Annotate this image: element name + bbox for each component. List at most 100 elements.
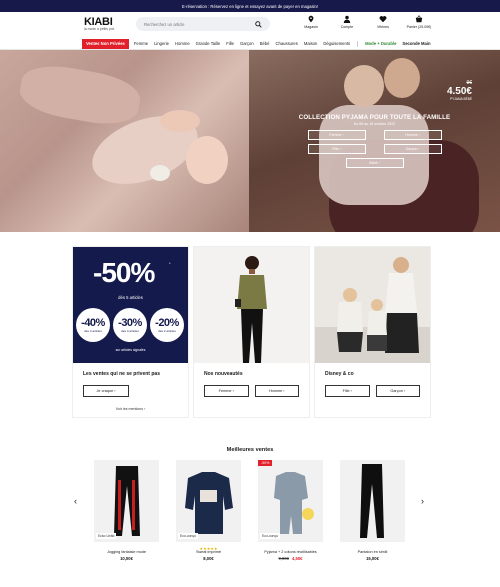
hero-garcon-button[interactable]: Garçon › — [383, 144, 442, 154]
product-image[interactable]: Ecko Unltd — [94, 460, 159, 542]
store-label: Magasin — [304, 25, 318, 29]
search-input[interactable] — [144, 21, 255, 27]
hero-price-label: PYJAMA BÉBÉ — [450, 97, 472, 101]
product-name[interactable]: Pantalon en simili — [340, 550, 405, 554]
wishlist-button[interactable]: Vitrines — [365, 15, 401, 29]
logo-tagline: la mode à petits prix — [84, 27, 115, 31]
nav-item-grande-taille[interactable]: Grande Taille — [193, 41, 224, 46]
hero-dates: Du 06 au 16 octobre 2022 — [353, 122, 396, 126]
product-image[interactable] — [340, 460, 405, 542]
product-image[interactable]: Eco-conçu — [176, 460, 241, 542]
discount-circle: -20% dès 2 articles — [150, 308, 184, 342]
card-title: Les ventes qui ne se privent pas — [83, 371, 160, 377]
sales-sub: dès 5 articles — [118, 295, 143, 300]
disney-fille-button[interactable]: Fille › — [325, 385, 370, 397]
product-badge: Eco-conçu — [260, 533, 281, 539]
sales-bottom-note: sur articles signalés — [115, 348, 146, 352]
cart-label: Panier (25.00€) — [406, 25, 432, 29]
sales-card-visual[interactable]: -50% * dès 5 articles -40% dès 4 articles… — [73, 247, 188, 363]
account-label: Compte — [340, 25, 354, 29]
new-arrivals-image[interactable] — [194, 247, 309, 363]
nav-item-sale[interactable]: Ventes Non Privées — [82, 38, 129, 49]
topbar-text: E-réservation : Réservez en ligne et ess… — [182, 3, 318, 9]
product-card[interactable]: Pantalon en simili 15,00€ — [340, 460, 405, 561]
disney-image[interactable] — [315, 247, 430, 363]
sales-asterisk: * — [169, 261, 171, 266]
new-price: 4,50€ — [292, 556, 303, 561]
card-title: Nos nouveautés — [204, 371, 243, 377]
mentions-link[interactable]: Voir les mentions › — [73, 407, 188, 411]
wishlist-label: Vitrines — [377, 25, 389, 29]
hero-price: 9€ 4.50€ PYJAMA BÉBÉ — [447, 80, 472, 101]
product-card[interactable]: -50% Eco-conçu Pyjama + 2 cotons réutili… — [258, 460, 323, 561]
hero-bebe-button[interactable]: Bébé › — [345, 158, 404, 168]
hero-homme-button[interactable]: Homme › — [383, 130, 442, 140]
best-sellers-title: Meilleures ventes — [226, 447, 274, 453]
account-button[interactable]: Compte — [329, 15, 365, 29]
best-sellers-carousel: Ecko Unltd Jogging fantaisie mode 10,00€… — [94, 460, 405, 561]
product-price: 10,00€ — [120, 556, 133, 561]
product-price: 9,00€ 4,50€ — [258, 556, 323, 561]
heart-icon — [379, 16, 387, 23]
product-price: 8,00€ — [203, 556, 214, 561]
user-icon — [343, 15, 351, 23]
promo-cards: -50% * dès 5 articles -40% dès 4 articles… — [72, 246, 431, 418]
sales-big-discount: -50% — [93, 257, 155, 288]
main-nav: Ventes Non Privées Femme Lingerie Homme … — [0, 38, 500, 50]
model-figure — [235, 256, 267, 363]
nav-item-maison[interactable]: Maison — [301, 41, 321, 46]
hero-family-image[interactable]: 9€ 4.50€ PYJAMA BÉBÉ COLLECTION PYJAMA P… — [249, 50, 500, 232]
product-badge: Eco-conçu — [178, 533, 199, 539]
sales-card: -50% * dès 5 articles -40% dès 4 articles… — [72, 246, 189, 418]
discount-circle: -30% dès 3 articles — [113, 308, 147, 342]
hero-new-price: 4.50€ — [446, 86, 472, 97]
store-pin-icon — [308, 15, 314, 23]
search-icon[interactable] — [255, 20, 262, 28]
product-price: 15,00€ — [366, 556, 379, 561]
product-name[interactable]: Pyjama + 2 cotons réutilisables — [258, 550, 323, 554]
nav-item-lingerie[interactable]: Lingerie — [151, 41, 172, 46]
carousel-prev-arrow[interactable]: ‹ — [74, 496, 77, 506]
kiabi-logo[interactable]: KIABI la mode à petits prix — [84, 16, 114, 31]
product-image[interactable]: -50% Eco-conçu — [258, 460, 323, 542]
store-button[interactable]: Magasin — [293, 15, 329, 29]
search-bar[interactable] — [136, 17, 270, 31]
card-title: Disney & co — [325, 371, 354, 377]
new-homme-button[interactable]: Homme › — [254, 385, 299, 397]
product-card[interactable]: Ecko Unltd Jogging fantaisie mode 10,00€ — [94, 460, 159, 561]
old-price: 9,00€ — [278, 556, 289, 561]
discount-badge: -50% — [258, 460, 273, 466]
nav-item-deguisements[interactable]: Déguisements — [320, 41, 353, 46]
promo-topbar[interactable]: E-réservation : Réservez en ligne et ess… — [0, 0, 500, 12]
disney-card: Disney & co Fille › Garçon › — [314, 246, 431, 418]
product-badge: Ecko Unltd — [96, 533, 117, 539]
nav-item-garcon[interactable]: Garçon — [237, 41, 257, 46]
site-header: KIABI la mode à petits prix Magasin Comp… — [0, 12, 500, 38]
hero-promo: COLLECTION PYJAMA POUR TOUTE LA FAMILLE … — [249, 114, 500, 168]
disney-garcon-button[interactable]: Garçon › — [375, 385, 420, 397]
product-card[interactable]: Eco-conçu ★★★★★ Sweat imprimé 8,00€ — [176, 460, 241, 561]
basket-icon — [415, 15, 423, 23]
hero-fille-button[interactable]: Fille › — [307, 144, 366, 154]
hero-baby-image[interactable] — [0, 50, 249, 232]
je-craque-button[interactable]: Je craque › — [83, 385, 129, 397]
rating-stars: ★★★★★ — [199, 546, 218, 551]
new-arrivals-card: Nos nouveautés Femme › Homme › — [193, 246, 310, 418]
family-pajama-figure — [315, 257, 430, 363]
nav-item-fille[interactable]: Fille — [223, 41, 237, 46]
cart-button[interactable]: Panier (25.00€) — [401, 15, 437, 29]
discount-circle: -40% dès 4 articles — [76, 308, 110, 342]
nav-item-homme[interactable]: Homme — [172, 41, 193, 46]
nav-item-femme[interactable]: Femme — [131, 41, 151, 46]
carousel-next-arrow[interactable]: › — [421, 496, 424, 506]
hero-title: COLLECTION PYJAMA POUR TOUTE LA FAMILLE — [298, 114, 451, 121]
nav-item-seconde-main[interactable]: Seconde Main — [399, 41, 433, 46]
new-femme-button[interactable]: Femme › — [204, 385, 249, 397]
nav-item-bebe[interactable]: Bébé — [257, 41, 273, 46]
nav-item-durable[interactable]: Mode + Durable — [362, 41, 399, 46]
hero-banner: 9€ 4.50€ PYJAMA BÉBÉ COLLECTION PYJAMA P… — [0, 50, 500, 232]
product-name[interactable]: Jogging fantaisie mode — [94, 550, 159, 554]
hero-femme-button[interactable]: Femme › — [307, 130, 366, 140]
nav-divider — [357, 40, 359, 47]
nav-item-chaussures[interactable]: Chaussures — [272, 41, 300, 46]
